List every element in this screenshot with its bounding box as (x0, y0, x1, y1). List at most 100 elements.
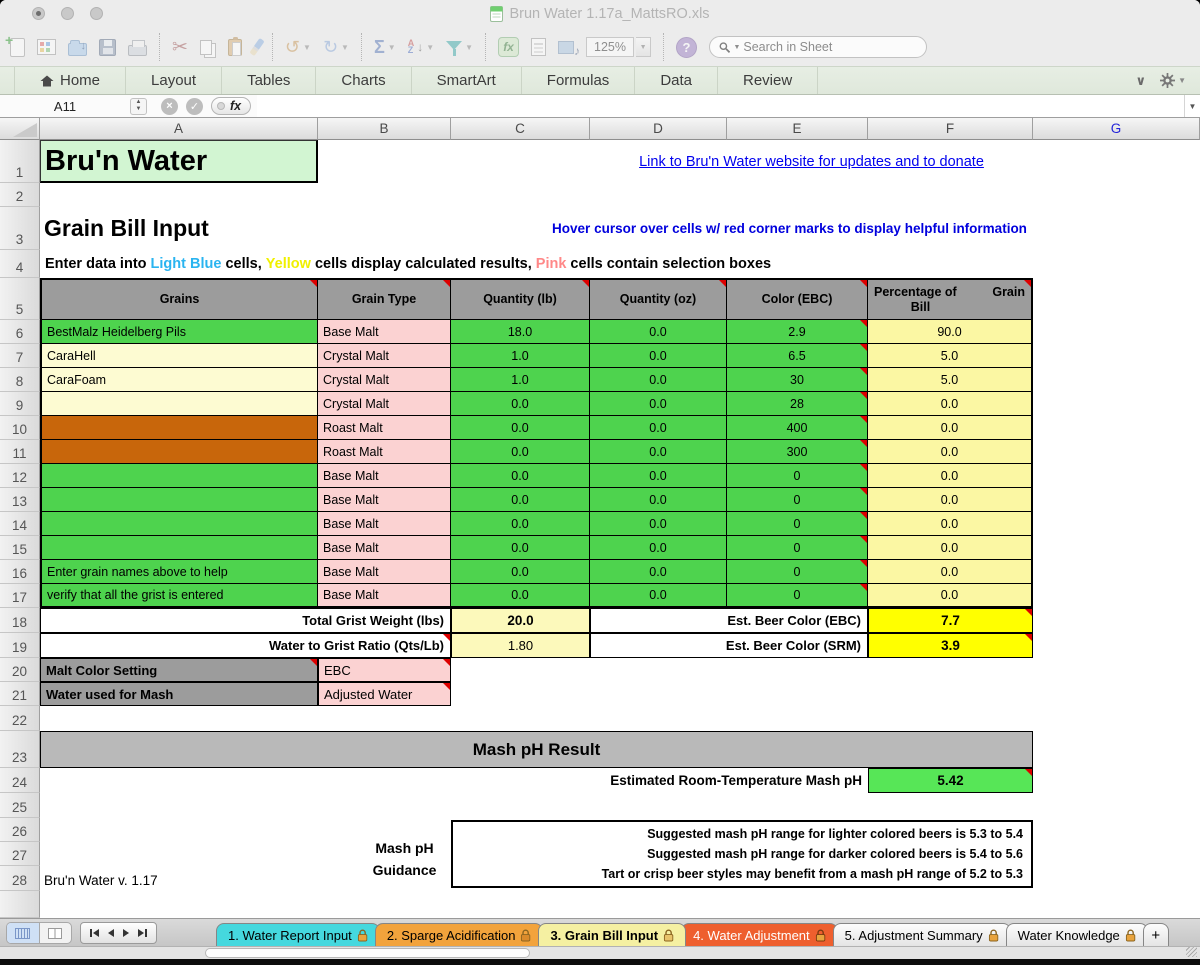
column-header-b[interactable]: B (318, 118, 451, 140)
copy-button[interactable] (200, 33, 216, 61)
qty-lb-cell[interactable]: 0.0 (451, 584, 590, 608)
zoom-window-button[interactable] (90, 7, 103, 20)
row-header-1[interactable]: 1 (0, 140, 40, 183)
grain-type-cell[interactable]: Base Malt (318, 584, 451, 608)
cell-name-box[interactable]: A11 (0, 95, 130, 117)
autosum-dropdown-caret[interactable]: ▼ (388, 43, 396, 52)
row-header-18[interactable]: 18 (0, 608, 40, 633)
mash-ph-estimate-value-cell[interactable]: 5.42 (868, 768, 1033, 793)
show-formulas-button[interactable] (531, 33, 546, 61)
website-link[interactable]: Link to Bru'n Water website for updates … (639, 154, 984, 170)
new-document-button[interactable] (10, 33, 25, 61)
color-ebc-column-header[interactable]: Color (EBC) (727, 278, 868, 320)
grain-type-cell[interactable]: Crystal Malt (318, 368, 451, 392)
qty-lb-cell[interactable]: 0.0 (451, 560, 590, 584)
format-painter-button[interactable] (254, 33, 260, 61)
row-header-20[interactable]: 20 (0, 658, 40, 682)
qty-lb-cell[interactable]: 0.0 (451, 440, 590, 464)
row-header-21[interactable]: 21 (0, 682, 40, 706)
grain-name-cell[interactable] (40, 512, 318, 536)
color-ebc-cell[interactable]: 6.5 (727, 344, 868, 368)
row-header-12[interactable]: 12 (0, 464, 40, 488)
tab-data[interactable]: Data (635, 67, 718, 94)
qty-lb-cell[interactable]: 1.0 (451, 368, 590, 392)
zoom-dropdown-caret[interactable]: ▼ (636, 37, 651, 57)
color-ebc-cell[interactable]: 0 (727, 464, 868, 488)
window-resize-grip[interactable] (1186, 947, 1197, 957)
column-header-f[interactable]: F (868, 118, 1033, 140)
qty-oz-cell[interactable]: 0.0 (590, 392, 727, 416)
tab-formulas[interactable]: Formulas (522, 67, 636, 94)
undo-button[interactable]: ↺▼ (285, 33, 311, 61)
row-header-25[interactable]: 25 (0, 793, 40, 818)
row-header-15[interactable]: 15 (0, 536, 40, 560)
est-beer-color-srm-value-cell[interactable]: 3.9 (868, 633, 1033, 658)
grain-type-cell[interactable]: Base Malt (318, 464, 451, 488)
qty-oz-cell[interactable]: 0.0 (590, 416, 727, 440)
percentage-column-header[interactable]: Percentage ofGrain Bill (868, 278, 1033, 320)
color-ebc-cell[interactable]: 0 (727, 560, 868, 584)
formula-bar-expand-caret[interactable]: ▼ (1184, 95, 1200, 117)
pct-cell[interactable]: 0.0 (868, 488, 1033, 512)
qty-lb-cell[interactable]: 18.0 (451, 320, 590, 344)
row-header-10[interactable]: 10 (0, 416, 40, 440)
close-window-button[interactable] (32, 7, 45, 20)
grains-column-header[interactable]: Grains (40, 278, 318, 320)
redo-dropdown-caret[interactable]: ▼ (341, 43, 349, 52)
column-header-e[interactable]: E (727, 118, 868, 140)
color-ebc-cell[interactable]: 400 (727, 416, 868, 440)
cancel-entry-button[interactable]: × (161, 98, 178, 115)
row-header-13[interactable]: 13 (0, 488, 40, 512)
pct-cell[interactable]: 0.0 (868, 560, 1033, 584)
row-header-27[interactable]: 27 (0, 842, 40, 866)
column-header-g[interactable]: G (1033, 118, 1200, 140)
grain-type-cell[interactable]: Crystal Malt (318, 392, 451, 416)
workbook-title-cell[interactable]: Bru'n Water (40, 140, 318, 183)
sheet-tab-grain-bill-input-active[interactable]: 3. Grain Bill Input (538, 923, 686, 946)
filter-button[interactable]: ▼ (446, 33, 473, 61)
qty-lb-cell[interactable]: 0.0 (451, 512, 590, 536)
row-header-11[interactable]: 11 (0, 440, 40, 464)
template-gallery-button[interactable] (37, 33, 56, 61)
qty-lb-cell[interactable]: 0.0 (451, 536, 590, 560)
open-button[interactable] (68, 33, 87, 61)
name-box-stepper[interactable]: ▲▼ (130, 98, 147, 115)
row-header-23[interactable]: 23 (0, 731, 40, 768)
grain-type-cell[interactable]: Base Malt (318, 320, 451, 344)
row-header-6[interactable]: 6 (0, 320, 40, 344)
column-header-a[interactable]: A (40, 118, 318, 140)
grain-type-cell[interactable]: Roast Malt (318, 440, 451, 464)
grain-name-cell[interactable] (40, 488, 318, 512)
row-header-26[interactable]: 26 (0, 818, 40, 842)
row-header-22[interactable]: 22 (0, 706, 40, 731)
grain-type-cell[interactable]: Base Malt (318, 488, 451, 512)
minimize-window-button[interactable] (61, 7, 74, 20)
qty-oz-cell[interactable]: 0.0 (590, 488, 727, 512)
row-header-24[interactable]: 24 (0, 768, 40, 793)
filter-dropdown-caret[interactable]: ▼ (465, 43, 473, 52)
select-all-corner[interactable] (0, 118, 40, 140)
sheet-tab-adjustment-summary[interactable]: 5. Adjustment Summary (833, 923, 1011, 946)
tab-review[interactable]: Review (718, 67, 818, 94)
row-header-14[interactable]: 14 (0, 512, 40, 536)
tab-tables[interactable]: Tables (222, 67, 316, 94)
row-header-8[interactable]: 8 (0, 368, 40, 392)
empty-cell[interactable] (40, 768, 590, 793)
first-sheet-button[interactable] (90, 929, 99, 937)
pct-cell[interactable]: 0.0 (868, 464, 1033, 488)
horizontal-scrollbar[interactable] (0, 946, 1200, 959)
grain-name-cell[interactable] (40, 392, 318, 416)
grain-type-cell[interactable]: Base Malt (318, 536, 451, 560)
row-header-4[interactable]: 4 (0, 250, 40, 278)
qty-lb-cell[interactable]: 0.0 (451, 464, 590, 488)
website-link-cell[interactable]: Link to Bru'n Water website for updates … (590, 140, 1033, 183)
grain-type-column-header[interactable]: Grain Type (318, 278, 451, 320)
zoom-control[interactable]: 125% ▼ (586, 33, 651, 61)
search-input[interactable] (743, 40, 917, 54)
search-field[interactable]: ▼ (709, 33, 927, 61)
grain-name-cell[interactable] (40, 464, 318, 488)
ribbon-collapse-chevron-icon[interactable]: ∨ (1136, 73, 1147, 89)
sort-dropdown-caret[interactable]: ▼ (426, 43, 434, 52)
normal-view-button[interactable] (7, 923, 40, 943)
row-header-5[interactable]: 5 (0, 278, 40, 320)
